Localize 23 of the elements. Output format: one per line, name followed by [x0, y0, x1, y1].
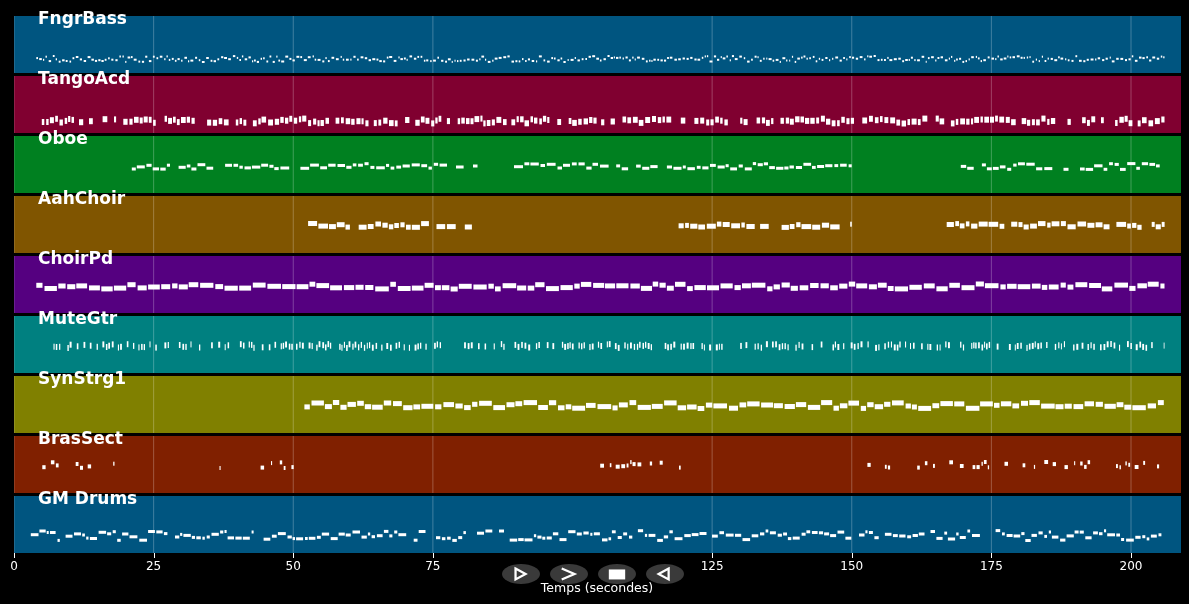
- forward-button[interactable]: [550, 564, 588, 584]
- track-name: ChoirPd: [38, 248, 114, 268]
- chevron-right-icon: [559, 565, 579, 583]
- tick-label: 0: [10, 559, 18, 573]
- track-name: SynStrg1: [38, 368, 127, 388]
- track-name: FngrBass: [38, 8, 127, 28]
- stop-button[interactable]: [598, 564, 636, 584]
- tick-label: 125: [700, 559, 724, 573]
- track-name: Oboe: [38, 128, 88, 148]
- tick-label: 25: [146, 559, 162, 573]
- tick-label: 175: [979, 559, 1003, 573]
- track-name: MuteGtr: [38, 308, 118, 328]
- tick-label: 75: [425, 559, 441, 573]
- track-name: BrasSect: [38, 428, 123, 448]
- track-name: GM Drums: [38, 488, 138, 508]
- track-name: AahChoir: [38, 188, 126, 208]
- play-button[interactable]: [502, 564, 540, 584]
- track-name: TangoAcd: [38, 68, 131, 88]
- tick-label: 50: [285, 559, 301, 573]
- tick-label: 200: [1119, 559, 1143, 573]
- axis-title: Temps (secondes): [540, 580, 654, 595]
- tick-label: 150: [840, 559, 864, 573]
- back-button[interactable]: [646, 564, 684, 584]
